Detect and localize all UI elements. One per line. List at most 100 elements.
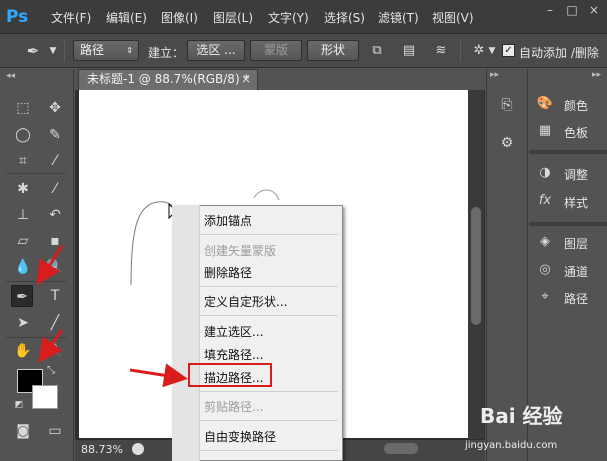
default-colors-icon[interactable]: ◩ xyxy=(12,398,26,412)
quick-mask-icon[interactable]: ◙ xyxy=(12,420,34,442)
menu-image[interactable]: 图像(I) xyxy=(161,9,198,26)
type-tool-icon[interactable]: T xyxy=(44,285,66,307)
collapse-icon[interactable]: ◂◂ xyxy=(6,71,15,81)
updown-icon: ⇕ xyxy=(126,46,133,55)
hand-tool-icon[interactable]: ✋ xyxy=(12,340,34,362)
path-arrangement-icon[interactable]: ≋ xyxy=(432,42,450,60)
menu-edit[interactable]: 编辑(E) xyxy=(106,9,147,26)
doc-info-icon[interactable] xyxy=(132,443,144,455)
auto-add-delete-label: 自动添加 /删除 xyxy=(519,46,599,60)
background-color-swatch[interactable] xyxy=(32,385,58,409)
panel-paths[interactable]: ⌖ 路径 xyxy=(536,286,606,310)
path-operations-icon[interactable]: ⧉ xyxy=(368,42,386,60)
menu-item-define-custom-shape[interactable]: 定义自定形状... xyxy=(204,293,287,310)
auto-add-delete-checkbox[interactable]: ✓ xyxy=(502,44,515,57)
dodge-tool-icon[interactable]: 🔍 xyxy=(44,256,66,278)
menu-filter[interactable]: 滤镜(T) xyxy=(378,9,419,26)
menu-select[interactable]: 选择(S) xyxy=(324,9,365,26)
selection-button[interactable]: 选区 ... xyxy=(187,40,245,61)
healing-brush-tool-icon[interactable]: ✱ xyxy=(12,178,34,200)
panel-adjustments[interactable]: ◑ 调整 xyxy=(536,162,606,186)
pen-tool-preset-icon[interactable]: ✒ xyxy=(24,42,42,60)
path-selection-tool-icon[interactable]: ➤ xyxy=(12,312,34,334)
menu-item-delete-path[interactable]: 删除路径 xyxy=(204,264,252,281)
mode-select[interactable]: 路径 ⇕ xyxy=(73,40,139,61)
panel-paths-label: 路径 xyxy=(564,292,589,306)
mode-select-value: 路径 xyxy=(80,43,105,57)
menu-item-make-selection[interactable]: 建立选区... xyxy=(204,323,263,340)
properties-panel-icon[interactable]: ⚙ xyxy=(495,132,519,154)
zoom-tool-icon[interactable]: 🔍 xyxy=(44,340,66,362)
panel-group-separator xyxy=(529,222,607,226)
menu-separator xyxy=(200,420,338,421)
menu-item-add-anchor[interactable]: 添加锚点 xyxy=(204,212,252,229)
panel-group-separator xyxy=(529,150,607,154)
minimize-button[interactable]: – xyxy=(540,2,560,18)
document-tab[interactable]: 未标题-1 @ 88.7%(RGB/8) * × xyxy=(78,69,258,90)
panel-channels-label: 通道 xyxy=(564,265,589,279)
menu-bar: Ps 文件(F) 编辑(E) 图像(I) 图层(L) 文字(Y) 选择(S) 滤… xyxy=(0,0,607,34)
menu-file[interactable]: 文件(F) xyxy=(51,9,91,26)
adjust-icon: ◑ xyxy=(539,165,551,180)
clone-stamp-tool-icon[interactable]: ⊥ xyxy=(12,204,34,226)
context-menu-icon-strip xyxy=(172,205,200,461)
menu-separator xyxy=(200,391,338,392)
chevron-down-icon[interactable]: ▼ xyxy=(486,42,498,60)
menu-item-fill-path[interactable]: 填充路径... xyxy=(204,346,263,363)
brush-tool-icon[interactable]: ⁄ xyxy=(44,178,66,200)
move-tool-icon[interactable]: ✥ xyxy=(44,97,66,119)
history-brush-tool-icon[interactable]: ↶ xyxy=(44,204,66,226)
chevron-down-icon[interactable]: ▼ xyxy=(44,42,62,60)
swap-colors-icon[interactable]: ⤡ xyxy=(44,364,58,378)
vertical-scrollbar-thumb[interactable] xyxy=(471,207,481,325)
paths-icon: ⌖ xyxy=(541,289,549,304)
options-bar: ✒ ▼ 路径 ⇕ 建立： 选区 ... 蒙版 形状 ⧉ ▤ ≋ ✲ ▼ ✓ 自动… xyxy=(0,34,607,68)
menu-separator xyxy=(200,234,338,235)
gradient-tool-icon[interactable]: ▪ xyxy=(44,230,66,252)
fx-icon: fx xyxy=(538,193,552,208)
eyedropper-tool-icon[interactable]: ⁄ xyxy=(44,150,66,172)
lasso-tool-icon[interactable]: ◯ xyxy=(12,124,34,146)
close-window-button[interactable]: × xyxy=(584,2,604,18)
layers-icon: ◈ xyxy=(540,234,550,249)
panel-swatches-label: 色板 xyxy=(564,126,589,140)
collapse-icon[interactable]: ▸▸ xyxy=(592,70,601,80)
maximize-button[interactable]: □ xyxy=(562,2,582,18)
path-alignment-icon[interactable]: ▤ xyxy=(400,42,418,60)
zoom-level[interactable]: 88.73% xyxy=(81,443,123,456)
panel-swatches[interactable]: ▦ 色板 xyxy=(536,120,606,144)
menu-item-create-vector-mask: 创建矢量蒙版 xyxy=(204,244,277,258)
mask-button[interactable]: 蒙版 xyxy=(250,40,302,61)
menu-item-free-transform-path[interactable]: 自由变换路径 xyxy=(204,428,276,445)
watermark-logo: Bai 经验 xyxy=(480,404,563,428)
pen-tool-icon[interactable]: ✒ xyxy=(11,285,33,307)
watermark-url: jingyan.baidu.com xyxy=(465,440,558,451)
menu-type[interactable]: 文字(Y) xyxy=(268,9,309,26)
collapse-icon[interactable]: ▸▸ xyxy=(490,70,499,80)
panel-layers-label: 图层 xyxy=(564,237,589,251)
menu-separator xyxy=(200,286,338,287)
panel-layers[interactable]: ◈ 图层 xyxy=(536,231,606,255)
panel-color-label: 颜色 xyxy=(564,99,589,113)
menu-separator xyxy=(200,450,338,451)
eraser-tool-icon[interactable]: ▱ xyxy=(12,230,34,252)
quick-select-tool-icon[interactable]: ✎ xyxy=(44,124,66,146)
menu-view[interactable]: 视图(V) xyxy=(432,9,474,26)
panel-styles[interactable]: fx 样式 xyxy=(536,190,606,214)
panel-adjustments-label: 调整 xyxy=(564,168,589,182)
photoshop-logo: Ps xyxy=(6,7,29,27)
menu-layer[interactable]: 图层(L) xyxy=(213,9,253,26)
crop-tool-icon[interactable]: ⌗ xyxy=(12,150,34,172)
marquee-tool-icon[interactable]: ⬚ xyxy=(12,97,34,119)
blur-tool-icon[interactable]: 💧 xyxy=(12,256,34,278)
history-panel-icon[interactable]: ⎘ xyxy=(495,94,519,116)
line-tool-icon[interactable]: ╱ xyxy=(44,312,66,334)
shape-button[interactable]: 形状 xyxy=(307,40,359,61)
close-tab-icon[interactable]: × xyxy=(241,70,251,89)
panel-color[interactable]: 🎨 颜色 xyxy=(536,93,606,117)
screen-mode-icon[interactable]: ▭ xyxy=(44,420,66,442)
panel-channels[interactable]: ◎ 通道 xyxy=(536,259,606,283)
horizontal-scrollbar-thumb[interactable] xyxy=(384,443,418,454)
build-label: 建立： xyxy=(148,46,185,60)
document-tab-title: 未标题-1 @ 88.7%(RGB/8) * xyxy=(87,72,250,86)
